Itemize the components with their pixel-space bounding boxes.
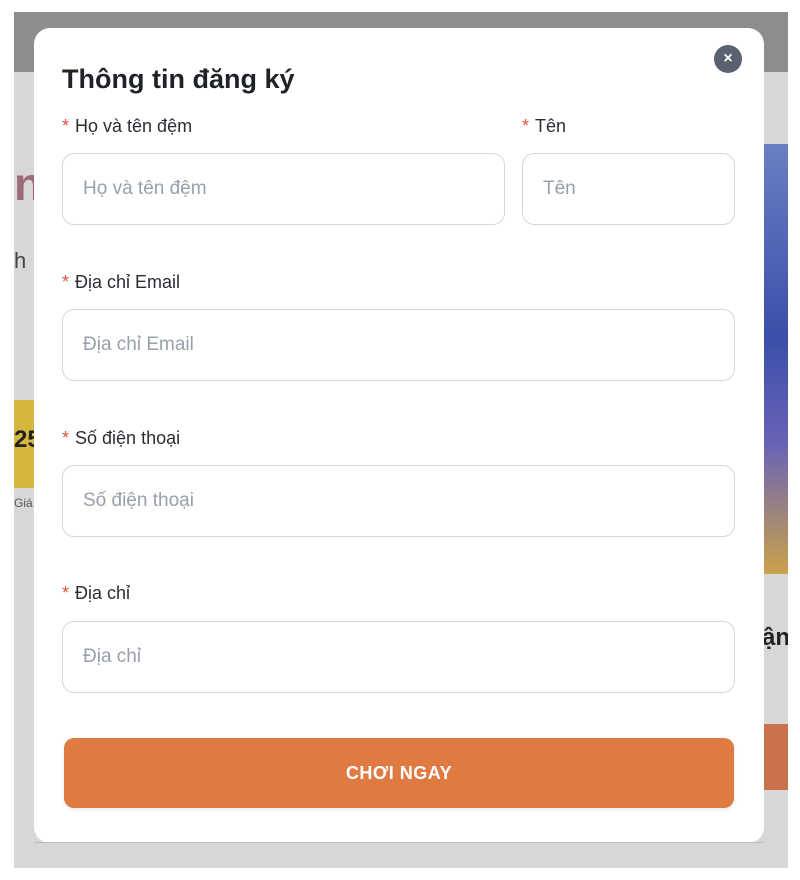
background-orange-button xyxy=(762,724,788,790)
label-text: Tên xyxy=(535,116,567,136)
required-mark: * xyxy=(522,116,530,136)
label-text: Họ và tên đệm xyxy=(75,116,193,136)
label-phone: * Số điện thoại xyxy=(62,428,180,449)
background-price-box: 25 xyxy=(14,400,41,488)
play-now-button[interactable]: CHƠI NGAY xyxy=(64,738,734,808)
ho-va-ten-dem-input[interactable] xyxy=(63,154,504,224)
background-right-text-fragment: ận xyxy=(762,624,788,651)
background-banner-image xyxy=(762,144,788,574)
required-mark: * xyxy=(62,116,70,136)
label-text: Địa chỉ Email xyxy=(75,272,181,292)
ho-va-ten-dem-field[interactable] xyxy=(62,153,505,225)
registration-modal: × Thông tin đăng ký *Họ và tên đệm *Tên … xyxy=(34,28,764,843)
email-input[interactable] xyxy=(63,310,734,380)
required-mark: * xyxy=(62,428,70,448)
address-input[interactable] xyxy=(63,622,734,692)
divider xyxy=(34,842,764,843)
background-heading-fragment: n xyxy=(14,158,43,210)
required-mark: * xyxy=(62,272,70,292)
phone-field[interactable] xyxy=(62,465,735,537)
label-email: * Địa chỉ Email xyxy=(62,272,180,293)
background-caption-fragment: Giá xyxy=(14,496,33,510)
label-ho-va-ten-dem: * Họ và tên đệm xyxy=(62,116,192,137)
label-address: * Địa chỉ xyxy=(62,583,130,604)
phone-input[interactable] xyxy=(63,466,734,536)
label-text: Số điện thoại xyxy=(75,428,181,448)
ten-field[interactable] xyxy=(522,153,735,225)
close-icon[interactable]: × xyxy=(714,45,742,73)
required-mark: * xyxy=(62,583,70,603)
background-text-fragment: h xyxy=(14,248,27,273)
email-field[interactable] xyxy=(62,309,735,381)
ten-input[interactable] xyxy=(523,154,734,224)
label-text: Địa chỉ xyxy=(75,583,131,603)
modal-title: Thông tin đăng ký xyxy=(62,64,295,94)
address-field[interactable] xyxy=(62,621,735,693)
label-ten: * Tên xyxy=(522,116,566,137)
